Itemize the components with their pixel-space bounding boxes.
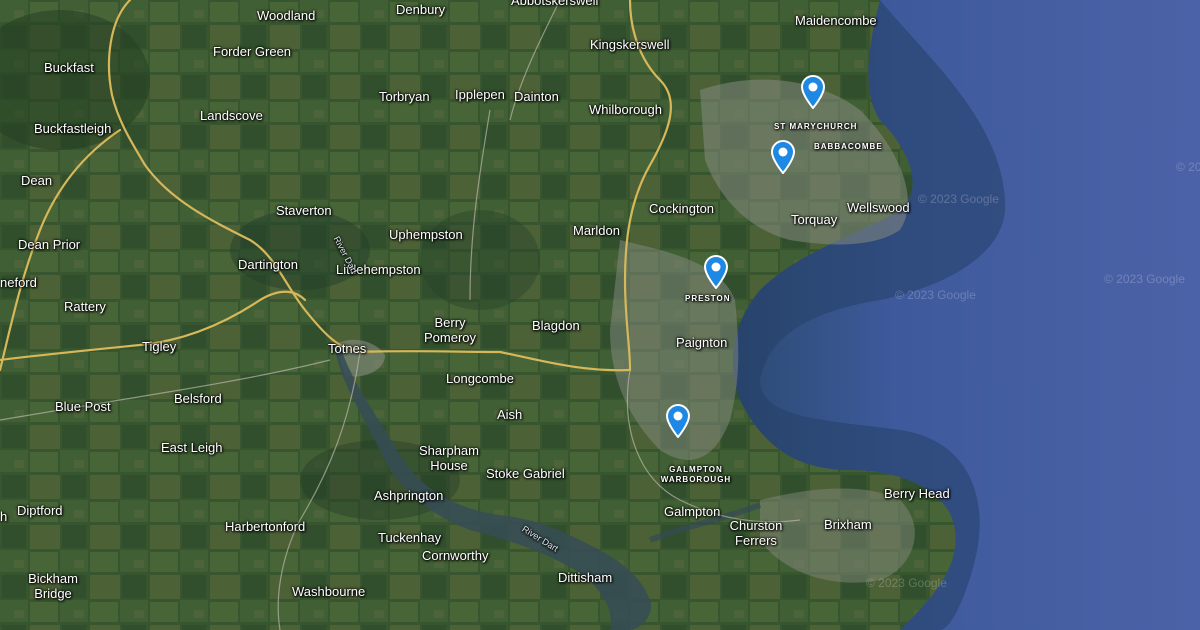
place-label-landscove: Landscove [200, 108, 263, 123]
place-label-woodland: Woodland [257, 8, 316, 23]
place-label-uphempston: Uphempston [389, 227, 463, 242]
place-label-maidencombe: Maidencombe [795, 13, 877, 28]
map-watermark: © 2023 Google [895, 288, 976, 302]
area-label-galmpton-warborough: GALMPTON WARBOROUGH [660, 465, 732, 484]
area-label-preston: PRESTON [685, 294, 731, 303]
place-label-blue-post: Blue Post [55, 399, 111, 414]
place-label-brixham: Brixham [824, 517, 872, 532]
place-label-sharpham-house: Sharpham House [419, 443, 479, 473]
place-label-whilborough: Whilborough [589, 102, 662, 117]
place-label-berry-pomeroy: Berry Pomeroy [423, 315, 477, 345]
place-label-churston-ferrers: Churston Ferrers [729, 518, 783, 548]
place-label-harbertonford: Harbertonford [225, 519, 306, 534]
place-label-totnes: Totnes [328, 341, 367, 356]
map-watermark: © 2023 Google [1176, 160, 1200, 174]
place-label-buckfastleigh: Buckfastleigh [34, 121, 112, 136]
place-label-aish: Aish [497, 407, 523, 422]
place-label-torbryan: Torbryan [379, 89, 430, 104]
place-label-blagdon: Blagdon [532, 318, 580, 333]
satellite-map[interactable]: © 2023 Google © 2023 Google © 2023 Googl… [0, 0, 1200, 630]
place-label-neford: neford [0, 275, 37, 290]
location-pin-icon[interactable] [703, 255, 729, 290]
location-pin-icon[interactable] [770, 140, 796, 175]
place-label-ipplepen: Ipplepen [455, 87, 505, 102]
place-label-belsford: Belsford [174, 391, 222, 406]
place-label-washbourne: Washbourne [292, 584, 366, 599]
place-label-diptford: Diptford [17, 503, 63, 518]
place-label-marldon: Marldon [573, 223, 620, 238]
map-watermark: © 2023 Google [1104, 272, 1185, 286]
location-pin-icon[interactable] [800, 75, 826, 110]
place-label-tigley: Tigley [142, 339, 177, 354]
area-label-babbacombe: BABBACOMBE [814, 142, 883, 151]
place-label-torquay: Torquay [791, 212, 838, 227]
place-label-cockington: Cockington [649, 201, 715, 216]
place-label-dainton: Dainton [514, 89, 559, 104]
place-label-dittisham: Dittisham [558, 570, 613, 585]
place-label-edge-h: h [0, 509, 8, 524]
place-label-dean: Dean [21, 173, 53, 188]
area-label-st-marychurch: ST MARYCHURCH [774, 122, 858, 131]
place-label-ashprington: Ashprington [374, 488, 444, 503]
place-label-abbotskerswell: Abbotskerswell [511, 0, 599, 8]
map-base-imagery [0, 0, 1200, 630]
location-pin-icon[interactable] [665, 404, 691, 439]
place-label-denbury: Denbury [396, 2, 446, 17]
place-label-longcombe: Longcombe [446, 371, 514, 386]
place-label-dartington: Dartington [238, 257, 298, 272]
place-label-staverton: Staverton [276, 203, 332, 218]
place-label-rattery: Rattery [64, 299, 106, 314]
map-watermark: © 2023 Google [918, 192, 999, 206]
map-watermark: © 2023 Google [866, 576, 947, 590]
place-label-galmpton: Galmpton [664, 504, 721, 519]
place-label-bickham-bridge: Bickham Bridge [28, 571, 78, 601]
place-label-cornworthy: Cornworthy [422, 548, 489, 563]
place-label-tuckenhay: Tuckenhay [378, 530, 442, 545]
place-label-stoke-gabriel: Stoke Gabriel [486, 466, 565, 481]
place-label-kingskerswell: Kingskerswell [590, 37, 670, 52]
place-label-dean-prior: Dean Prior [18, 237, 81, 252]
place-label-berry-head: Berry Head [884, 486, 950, 501]
place-label-buckfast: Buckfast [44, 60, 94, 75]
place-label-forder-green: Forder Green [213, 44, 292, 59]
place-label-east-leigh: East Leigh [161, 440, 223, 455]
place-label-wellswood: Wellswood [847, 200, 910, 215]
place-label-paignton: Paignton [676, 335, 728, 350]
